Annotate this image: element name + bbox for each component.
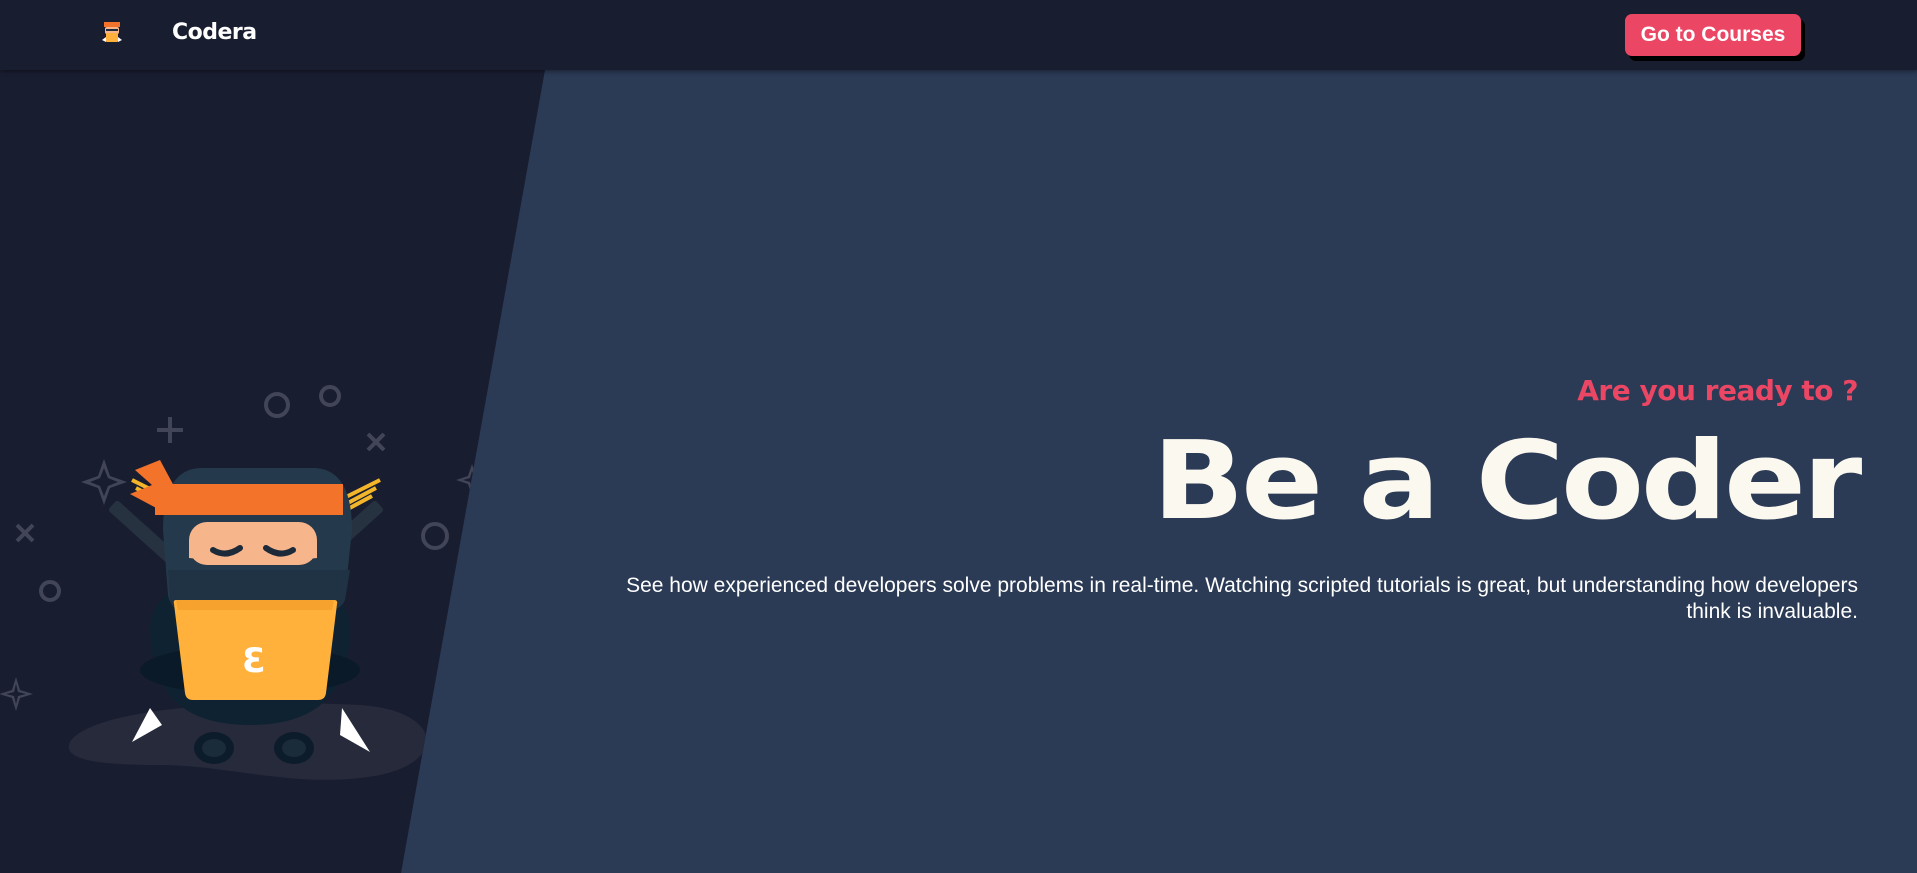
ninja-logo-icon[interactable]	[98, 18, 126, 46]
go-to-courses-button[interactable]: Go to Courses	[1625, 14, 1801, 56]
brand-name[interactable]: Codera	[172, 20, 257, 45]
ninja-coder-illustration: Ɛ	[0, 385, 488, 780]
left-diagonal-panel: Ɛ	[0, 70, 545, 873]
hero-description: See how experienced developers solve pro…	[626, 574, 1858, 623]
laptop-logo-icon: Ɛ	[242, 641, 266, 681]
hero-headline: Be a Coder	[1152, 419, 1862, 544]
top-nav: Codera Go to Courses	[0, 0, 1917, 70]
hero-subheading: Are you ready to ?	[1577, 374, 1858, 407]
